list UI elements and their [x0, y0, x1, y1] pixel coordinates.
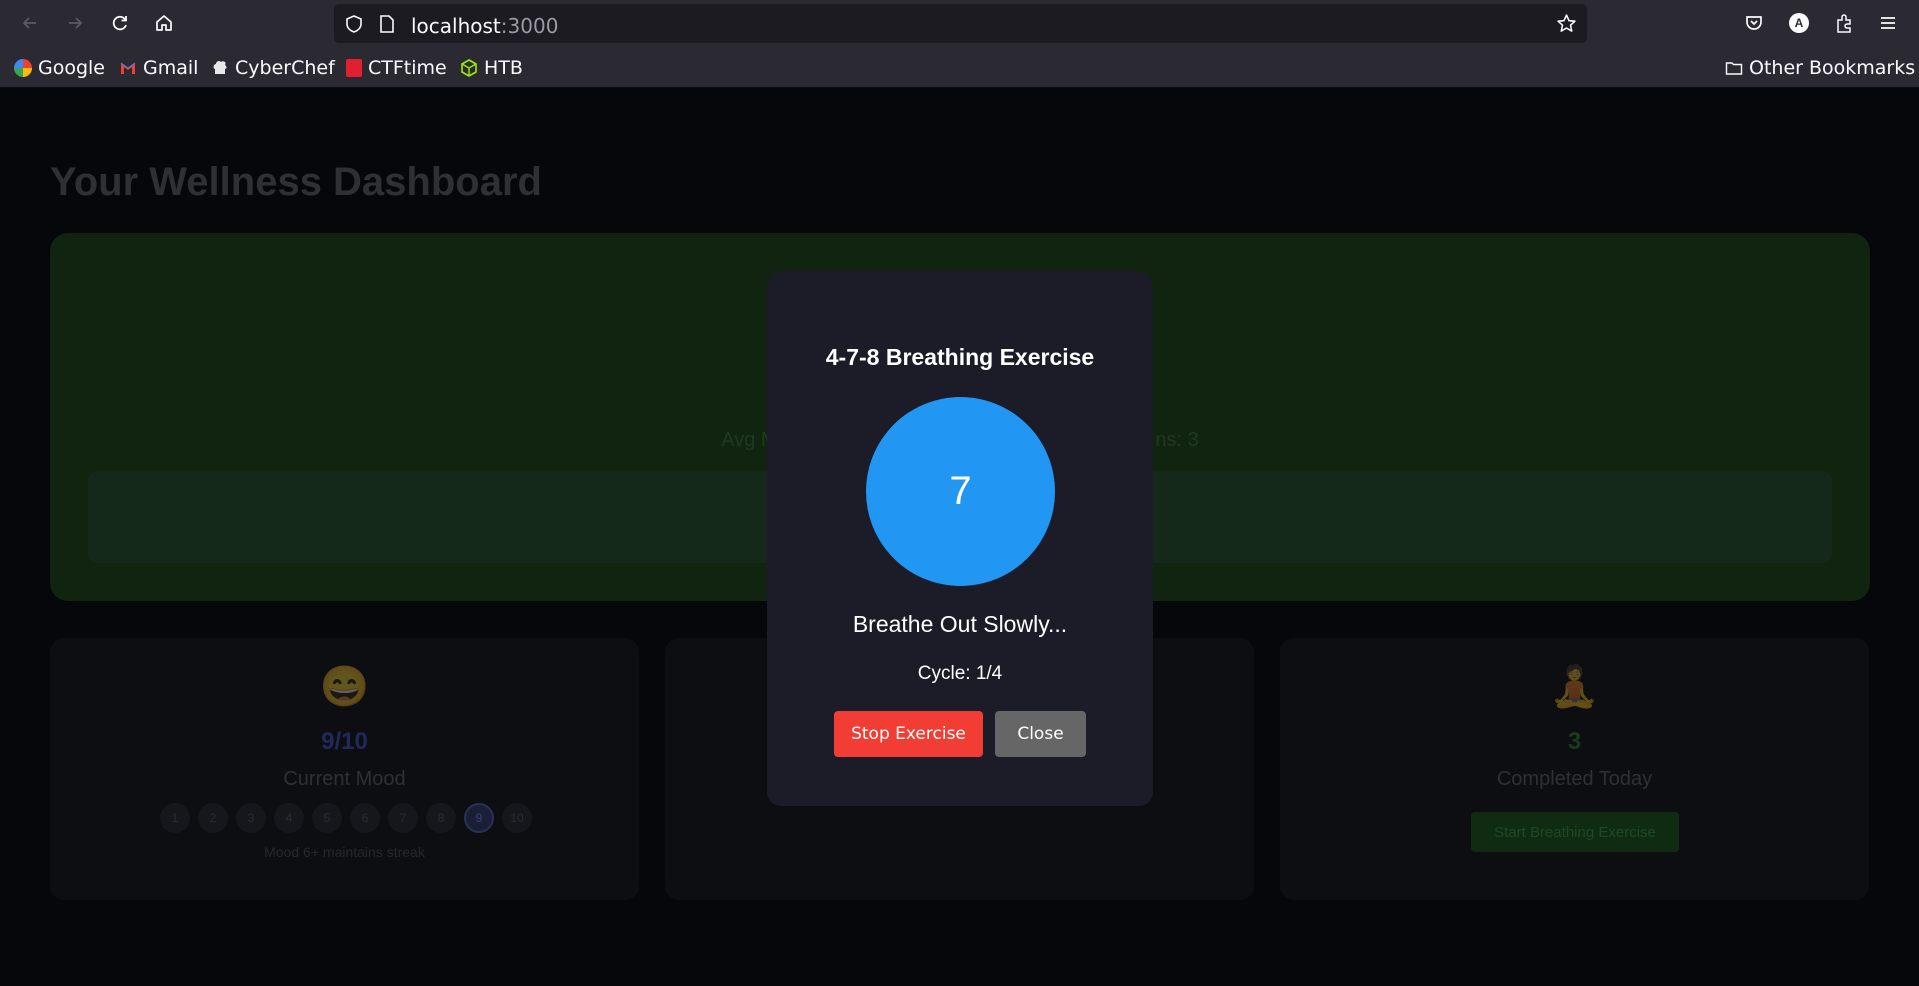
mood-emoji: 😄: [319, 665, 370, 709]
page-title: Your Wellness Dashboard: [50, 160, 542, 204]
mood-option[interactable]: 1: [160, 803, 190, 833]
account-avatar[interactable]: A: [1789, 13, 1809, 33]
arrow-right-icon: [69, 17, 83, 29]
meditation-emoji: 🧘: [1549, 665, 1600, 709]
mood-note: Mood 6+ maintains streak: [264, 844, 425, 860]
mood-option[interactable]: 3: [236, 803, 266, 833]
mood-option[interactable]: 8: [426, 803, 456, 833]
mood-option[interactable]: 6: [350, 803, 380, 833]
mood-scale: 1 2 3 4 5 6 7 8 9 10: [160, 803, 532, 833]
breath-count: 7: [949, 469, 972, 513]
browser-toolbar: localhost:3000 A: [0, 0, 1919, 47]
bookmark-gmail[interactable]: Gmail: [119, 57, 198, 79]
mood-option-selected[interactable]: 9: [464, 803, 494, 833]
mood-option[interactable]: 7: [388, 803, 418, 833]
arrow-left-icon: [22, 17, 36, 29]
bookmarks-bar: Google Gmail CyberChef CTFtime HTB Other…: [0, 47, 1919, 88]
bookmark-cyberchef[interactable]: CyberChef: [211, 57, 335, 79]
reload-button[interactable]: [105, 8, 135, 38]
home-icon: [156, 15, 172, 31]
forward-button[interactable]: [60, 8, 90, 38]
breathing-circle: 7: [866, 397, 1055, 586]
back-button[interactable]: [15, 8, 45, 38]
folder-icon: [1725, 62, 1743, 75]
google-icon: [14, 59, 32, 77]
start-breathing-button[interactable]: Start Breathing Exercise: [1471, 812, 1679, 852]
other-bookmarks[interactable]: Other Bookmarks: [1725, 57, 1915, 79]
mood-option[interactable]: 5: [312, 803, 342, 833]
mood-label: Current Mood: [283, 768, 406, 790]
breathing-modal: 4-7-8 Breathing Exercise 7 Breathe Out S…: [767, 271, 1153, 806]
url-text: localhost:3000: [411, 14, 558, 38]
bookmark-ctftime[interactable]: CTFtime: [346, 57, 447, 79]
gmail-icon: [120, 62, 136, 74]
other-bookmarks-label: Other Bookmarks: [1749, 57, 1916, 79]
mood-option[interactable]: 10: [502, 803, 532, 833]
bookmark-label: Gmail: [143, 57, 199, 79]
breath-phase: Breathe Out Slowly...: [852, 611, 1068, 637]
reload-icon: [112, 15, 127, 31]
home-button[interactable]: [149, 8, 179, 38]
htb-icon: [461, 59, 477, 77]
breathing-card: 🧘 3 Completed Today Start Breathing Exer…: [1280, 638, 1869, 900]
mood-card: 😄 9/10 Current Mood 1 2 3 4 5 6 7 8 9 10…: [50, 638, 639, 900]
bookmark-htb[interactable]: HTB: [460, 57, 523, 79]
bookmark-google[interactable]: Google: [14, 57, 105, 79]
url-host: localhost: [411, 14, 501, 38]
breathing-label: Completed Today: [1496, 768, 1653, 790]
url-port: :3000: [500, 14, 559, 38]
pocket-icon[interactable]: [1744, 13, 1764, 33]
shield-icon: [346, 15, 362, 33]
page-icon: [380, 15, 394, 33]
stop-exercise-button[interactable]: Stop Exercise: [834, 711, 983, 757]
extensions-icon[interactable]: [1834, 12, 1854, 34]
bookmark-label: CyberChef: [235, 57, 335, 79]
bookmark-label: CTFtime: [368, 57, 447, 79]
close-button[interactable]: Close: [995, 711, 1086, 757]
menu-icon[interactable]: [1879, 14, 1897, 32]
ctftime-icon: [346, 59, 362, 77]
mood-option[interactable]: 2: [198, 803, 228, 833]
mood-option[interactable]: 4: [274, 803, 304, 833]
modal-title: 4-7-8 Breathing Exercise: [825, 344, 1095, 370]
cycle-counter: Cycle: 1/4: [917, 663, 1003, 684]
cyberchef-icon: [213, 60, 227, 74]
bookmark-star-icon[interactable]: [1556, 13, 1577, 34]
url-bar[interactable]: localhost:3000: [334, 4, 1587, 43]
bookmark-label: HTB: [484, 57, 523, 79]
mood-value: 9/10: [321, 728, 368, 755]
breathing-count: 3: [1567, 728, 1582, 755]
bookmark-label: Google: [38, 57, 106, 79]
